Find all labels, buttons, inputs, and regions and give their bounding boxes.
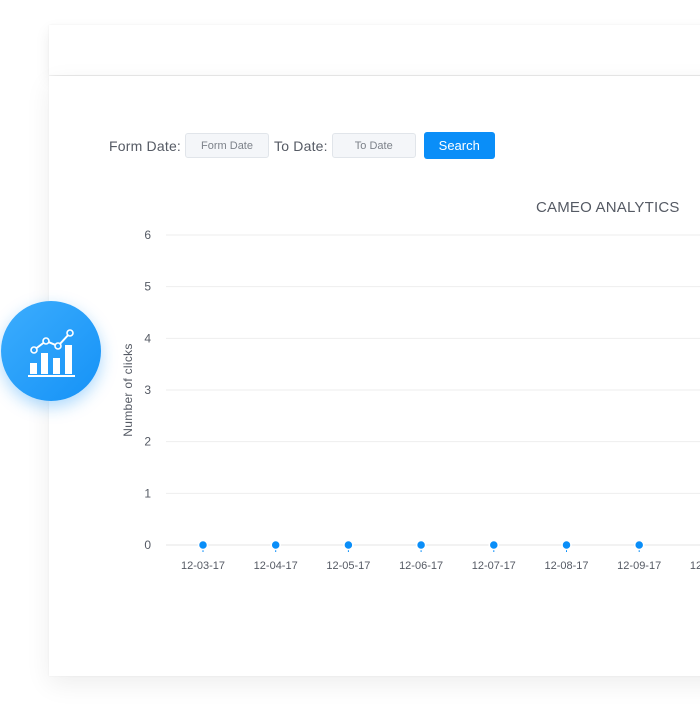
data-point [270,539,281,551]
x-tick-label: 12-08-17 [544,560,588,572]
y-tick-label: 3 [144,383,151,397]
x-tick-label: 12-03-17 [181,560,225,572]
data-point [197,539,209,551]
data-point [488,539,500,551]
x-tick-label: 12-10-17 [690,560,700,572]
y-axis-label: Number of clicks [121,343,135,437]
data-point [561,539,572,551]
data-point [633,539,645,551]
data-point [343,539,354,551]
y-tick-label: 6 [144,228,151,242]
y-tick-label: 4 [144,331,151,345]
analytics-chart-icon [28,329,75,377]
x-tick-label: 12-09-17 [617,560,661,572]
y-tick-label: 5 [144,280,151,294]
page: Form Date: To Date: Search CAMEO ANALYTI… [0,0,700,716]
x-tick-label: 12-06-17 [399,560,443,572]
x-tick-label: 12-07-17 [472,560,516,572]
analytics-badge [1,301,101,401]
y-tick-label: 2 [144,435,151,449]
x-tick-label: 12-05-17 [326,560,370,572]
data-point [415,539,427,551]
y-tick-label: 1 [144,486,151,500]
analytics-chart: 0 1 2 3 4 5 6 Number of clicks 12-03-17 12-04-17 1… [121,228,700,572]
y-tick-label: 0 [144,538,151,552]
x-tick-label: 12-04-17 [254,560,298,572]
